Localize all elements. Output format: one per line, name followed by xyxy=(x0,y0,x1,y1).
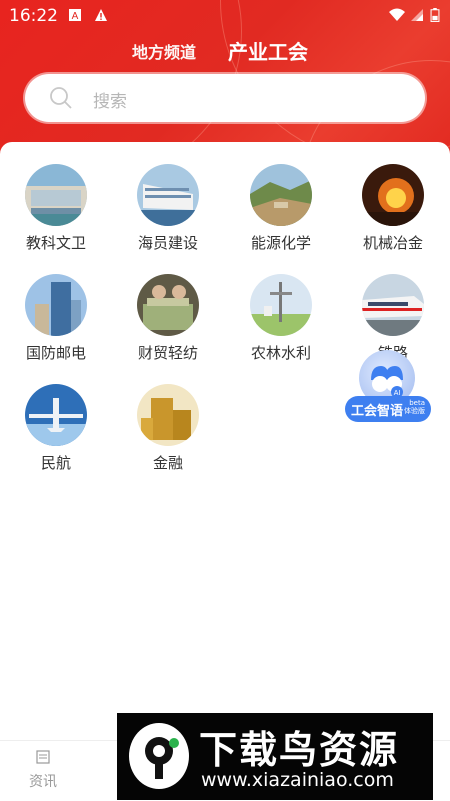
ai-assistant-text: 工会智语 xyxy=(351,404,404,419)
category-finance-trade[interactable]: 财贸轻纺 xyxy=(123,274,213,363)
channel-tabs: 地方频道 产业工会 xyxy=(0,36,450,66)
battery-icon xyxy=(430,8,440,22)
wifi-icon xyxy=(389,8,405,21)
nav-news[interactable]: 资讯 xyxy=(18,749,68,791)
high-speed-train-photo xyxy=(362,274,424,336)
weather-station-photo xyxy=(250,274,312,336)
category-agriculture[interactable]: 农林水利 xyxy=(236,274,326,363)
category-energy[interactable]: 能源化学 xyxy=(236,164,326,253)
category-label: 农林水利 xyxy=(250,344,311,362)
airplane-photo xyxy=(25,384,87,446)
category-banking[interactable]: 金融 xyxy=(123,384,213,473)
city-tower-photo xyxy=(25,274,87,336)
status-bar: 16:22 A xyxy=(0,0,450,32)
news-icon xyxy=(36,750,50,764)
mining-landscape-photo xyxy=(250,164,312,226)
category-seafarers[interactable]: 海员建设 xyxy=(123,164,213,253)
tab-industry-union[interactable]: 产业工会 xyxy=(228,36,308,65)
category-label: 能源化学 xyxy=(250,234,311,252)
cruise-ship-photo xyxy=(137,164,199,226)
ai-assistant-button[interactable]: AI 工会智语 beta 体验版 xyxy=(345,350,431,424)
category-panel: 教科文卫 海员建设 能源化学 机械冶金 国防邮电 财贸轻纺 农林水利 铁路 民航… xyxy=(0,142,450,740)
search-placeholder: 搜索 xyxy=(93,92,127,112)
category-defense-post[interactable]: 国防邮电 xyxy=(11,274,101,363)
status-time: 16:22 xyxy=(9,6,58,26)
search-icon xyxy=(50,87,72,109)
bird-logo-icon xyxy=(129,723,189,789)
category-label: 海员建设 xyxy=(137,234,198,252)
beta-badge: beta 体验版 xyxy=(404,399,425,415)
gold-coins-photo xyxy=(137,384,199,446)
category-label: 教科文卫 xyxy=(25,234,86,252)
category-label: 财贸轻纺 xyxy=(137,344,198,362)
category-education[interactable]: 教科文卫 xyxy=(11,164,101,253)
category-civil-aviation[interactable]: 民航 xyxy=(11,384,101,473)
school-building-photo xyxy=(25,164,87,226)
money-stacks-photo xyxy=(137,274,199,336)
watermark-url: www.xiazainiao.com xyxy=(201,769,394,791)
search-input[interactable]: 搜索 xyxy=(25,74,425,122)
svg-text:A: A xyxy=(72,11,79,22)
category-label: 机械冶金 xyxy=(362,234,423,252)
ai-assistant-label: 工会智语 beta 体验版 xyxy=(345,396,431,422)
tab-local-channel[interactable]: 地方频道 xyxy=(132,39,196,63)
warning-icon xyxy=(95,9,107,21)
cell-signal-icon xyxy=(411,9,423,21)
watermark-title: 下载鸟资源 xyxy=(199,728,400,772)
nav-news-label: 资讯 xyxy=(29,774,57,790)
category-label: 国防邮电 xyxy=(25,344,86,362)
watermark-banner: 下载鸟资源 www.xiazainiao.com xyxy=(117,713,433,800)
notification-a-icon: A xyxy=(69,9,81,22)
category-label: 民航 xyxy=(40,454,71,472)
category-machinery[interactable]: 机械冶金 xyxy=(348,164,438,253)
molten-metal-photo xyxy=(362,164,424,226)
category-label: 金融 xyxy=(152,454,183,472)
